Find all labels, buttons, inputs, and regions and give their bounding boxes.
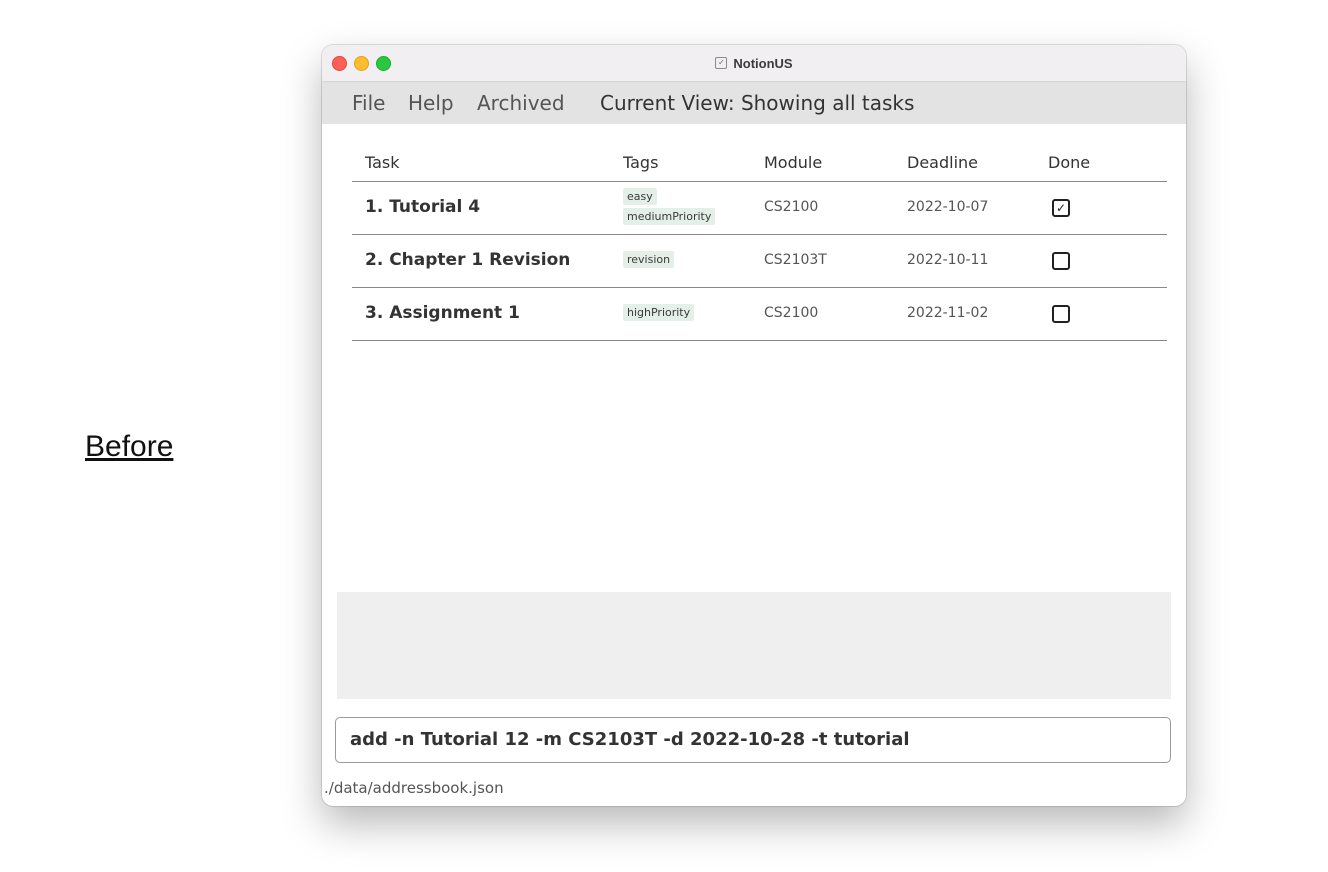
tag: revision — [623, 251, 675, 268]
checkbox-icon: ✓ — [715, 57, 728, 69]
current-view-label: Current View: Showing all tasks — [600, 91, 915, 115]
app-window: ✓ NotionUS File Help Archived Current Vi… — [322, 45, 1186, 806]
header-task: Task — [365, 153, 400, 172]
task-module: CS2100 — [764, 199, 819, 215]
title-bar: ✓ NotionUS — [322, 45, 1186, 82]
header-deadline: Deadline — [907, 153, 978, 172]
tag-list: revision — [623, 251, 675, 268]
table-row[interactable]: 3. Assignment 1 highPriority CS2100 2022… — [352, 288, 1167, 341]
done-checkbox[interactable] — [1052, 305, 1070, 323]
menu-archived[interactable]: Archived — [477, 91, 565, 115]
task-name: 1. Tutorial 4 — [365, 197, 481, 217]
result-display — [337, 592, 1171, 699]
table-header: Task Tags Module Deadline Done — [352, 147, 1167, 182]
menu-bar: File Help Archived Current View: Showing… — [322, 82, 1186, 124]
menu-file[interactable]: File — [352, 91, 385, 115]
table-row[interactable]: 1. Tutorial 4 easy mediumPriority CS2100… — [352, 182, 1167, 235]
done-checkbox[interactable] — [1052, 252, 1070, 270]
tag-list: highPriority — [623, 304, 695, 321]
before-caption: Before — [85, 430, 174, 463]
task-deadline: 2022-10-11 — [907, 252, 989, 268]
command-input[interactable]: add -n Tutorial 12 -m CS2103T -d 2022-10… — [335, 717, 1171, 763]
task-module: CS2100 — [764, 305, 819, 321]
table-row[interactable]: 2. Chapter 1 Revision revision CS2103T 2… — [352, 235, 1167, 288]
done-checkbox[interactable]: ✓ — [1052, 199, 1070, 217]
task-name: 2. Chapter 1 Revision — [365, 250, 571, 270]
task-table: Task Tags Module Deadline Done 1. Tutori… — [352, 147, 1167, 341]
tag-list: easy mediumPriority — [623, 188, 716, 225]
header-module: Module — [764, 153, 823, 172]
status-bar-path: ./data/addressbook.json — [324, 779, 504, 797]
header-done: Done — [1048, 153, 1091, 172]
tag: highPriority — [623, 304, 695, 321]
task-deadline: 2022-11-02 — [907, 305, 989, 321]
task-name: 3. Assignment 1 — [365, 303, 520, 323]
menu-help[interactable]: Help — [408, 91, 454, 115]
command-input-value: add -n Tutorial 12 -m CS2103T -d 2022-10… — [350, 729, 910, 750]
header-tags: Tags — [623, 153, 659, 172]
tag: easy — [623, 188, 657, 205]
window-title: NotionUS — [733, 55, 793, 71]
task-module: CS2103T — [764, 252, 827, 268]
window-title-group: ✓ NotionUS — [322, 45, 1186, 81]
task-deadline: 2022-10-07 — [907, 199, 989, 215]
tag: mediumPriority — [623, 208, 716, 225]
